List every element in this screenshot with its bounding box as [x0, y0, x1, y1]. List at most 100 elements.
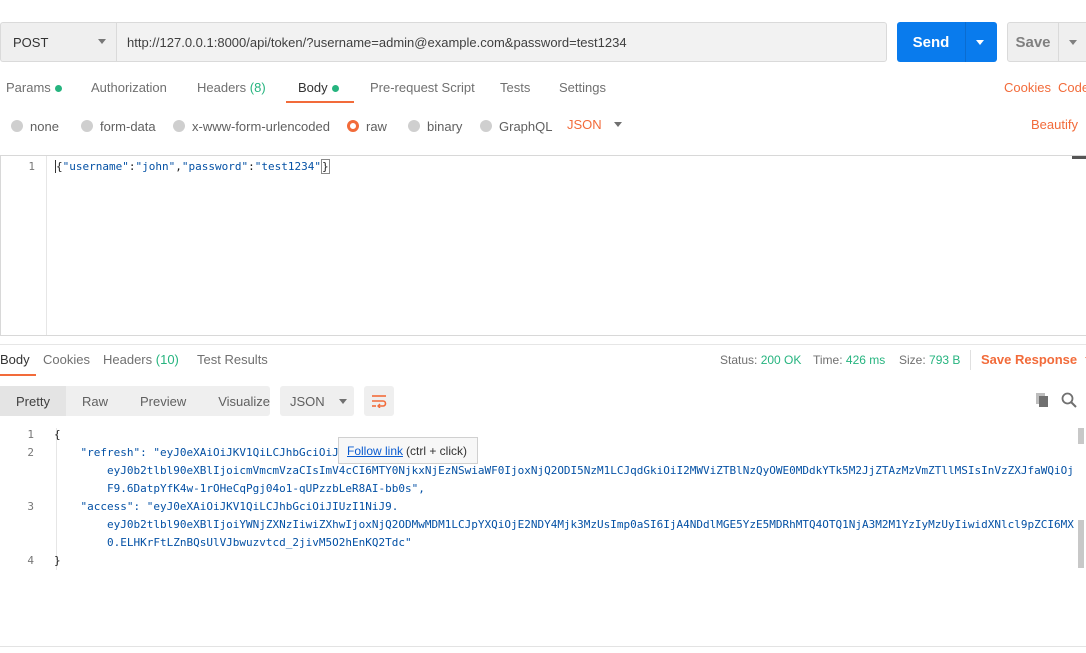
view-pretty-button[interactable]: Pretty	[0, 386, 66, 416]
radio-circle[interactable]	[480, 120, 492, 132]
copy-button[interactable]	[1035, 392, 1049, 411]
tab-headers[interactable]: Headers (8)	[197, 80, 266, 100]
response-code-line: {	[54, 428, 61, 441]
response-code-line: 0.ELHKrFtLZnBQsUlVJbwuzvtcd_2jivM5O2hEnK…	[54, 536, 412, 549]
tab-body[interactable]: Body	[298, 80, 339, 100]
request-body-editor[interactable]: 1 {"username":"john","password":"test123…	[0, 155, 1086, 336]
active-indicator-dot	[331, 85, 339, 93]
wrap-lines-button[interactable]	[364, 386, 394, 416]
tab-headers-label: Headers	[197, 80, 247, 95]
time-label: Time:	[813, 353, 843, 367]
response-code-line: F9.6DatpYfK4w-1rOHeCqPgj04o1-qUPzzbLeR8A…	[54, 482, 425, 495]
radio-circle[interactable]	[408, 120, 420, 132]
time-info: Time: 426 ms	[813, 353, 885, 367]
follow-link[interactable]: Follow link	[347, 444, 403, 458]
url-text: http://127.0.0.1:8000/api/token/?usernam…	[127, 34, 627, 50]
chevron-down-icon	[98, 39, 106, 44]
method-select[interactable]: POST	[0, 22, 116, 62]
method-label: POST	[13, 34, 49, 50]
body-format-label: JSON	[567, 117, 602, 132]
status-info: Status: 200 OK	[720, 353, 801, 367]
send-label: Send	[912, 33, 950, 51]
radio-form-data-label: form-data	[100, 118, 156, 134]
response-scrollbar[interactable]	[1078, 520, 1084, 568]
time-value[interactable]: 426 ms	[846, 353, 885, 367]
active-tab-underline	[0, 374, 36, 376]
line-number: 2	[27, 446, 34, 459]
tab-authorization[interactable]: Authorization	[91, 80, 167, 100]
editor-scrollbar[interactable]	[1072, 156, 1086, 159]
editor-gutter	[1, 156, 47, 335]
json-value: "test1234"	[254, 160, 321, 173]
json-key: "password"	[181, 160, 249, 173]
brace: {	[56, 160, 63, 173]
tab-params[interactable]: Params	[6, 80, 62, 100]
colon: :	[248, 160, 255, 173]
url-input[interactable]: http://127.0.0.1:8000/api/token/?usernam…	[116, 22, 887, 62]
radio-circle[interactable]	[81, 120, 93, 132]
radio-urlencoded-label: x-www-form-urlencoded	[192, 118, 330, 134]
divider	[970, 350, 971, 370]
response-body-viewer[interactable]: 1 {2 "refresh": "eyJ0eXAiOiJKV1QiLCJhbGci…	[0, 428, 1076, 573]
resp-tab-headers-count: (10)	[155, 352, 179, 367]
code-link[interactable]: Code	[1058, 80, 1086, 95]
size-info: Size: 793 B	[899, 353, 960, 367]
radio-circle[interactable]	[173, 120, 185, 132]
bottom-divider	[0, 646, 1086, 647]
radio-form-data[interactable]: form-data	[81, 117, 156, 135]
send-button[interactable]: Send	[897, 22, 997, 62]
radio-urlencoded[interactable]: x-www-form-urlencoded	[173, 117, 330, 135]
tab-tests[interactable]: Tests	[500, 80, 530, 100]
follow-link-tooltip: Follow link (ctrl + click)	[338, 437, 478, 464]
chevron-down-icon[interactable]	[1069, 39, 1077, 45]
resp-tab-body[interactable]: Body	[0, 352, 30, 367]
tab-params-label: Params	[6, 80, 51, 95]
resp-tab-headers-label: Headers	[103, 352, 153, 367]
status-label: Status:	[720, 353, 758, 367]
view-visualize-button[interactable]: Visualize	[202, 386, 286, 416]
radio-graphql[interactable]: GraphQL	[480, 117, 552, 135]
tab-settings[interactable]: Settings	[559, 80, 606, 100]
copy-icon	[1036, 393, 1048, 407]
cookies-link[interactable]: Cookies	[1004, 80, 1051, 95]
wrap-lines-icon	[372, 395, 387, 408]
editor-code-line[interactable]: {"username":"john","password":"test1234"…	[55, 159, 330, 174]
radio-none[interactable]: none	[11, 117, 59, 135]
radio-binary[interactable]: binary	[408, 117, 462, 135]
response-format-select[interactable]: JSON	[280, 386, 354, 416]
save-divider	[1058, 22, 1059, 62]
brace: }	[320, 159, 330, 174]
response-view-group: Pretty Raw Preview Visualize	[0, 386, 270, 416]
save-response-button[interactable]: Save Response	[981, 352, 1086, 367]
radio-raw[interactable]: raw	[347, 117, 387, 135]
resp-tab-cookies[interactable]: Cookies	[43, 352, 90, 367]
radio-none-label: none	[30, 118, 59, 134]
line-number: 4	[27, 554, 34, 567]
tab-pre-request-script[interactable]: Pre-request Script	[370, 80, 475, 100]
resp-tab-headers[interactable]: Headers (10)	[103, 352, 179, 367]
response-scrollbar-top[interactable]	[1078, 428, 1084, 444]
radio-circle-selected[interactable]	[347, 120, 359, 132]
chevron-down-icon[interactable]	[976, 39, 984, 45]
status-value[interactable]: 200 OK	[761, 353, 802, 367]
size-value[interactable]: 793 B	[929, 353, 960, 367]
response-code-line: eyJ0b2tlbl90eXBlIjoiYWNjZXNzIiwiZXhwIjox…	[54, 518, 1074, 531]
search-icon	[1061, 392, 1077, 408]
size-label: Size:	[899, 353, 926, 367]
view-raw-button[interactable]: Raw	[66, 386, 124, 416]
search-button[interactable]	[1061, 392, 1077, 411]
beautify-link[interactable]: Beautify	[1031, 117, 1078, 132]
body-format-select[interactable]: JSON	[567, 117, 622, 132]
save-response-label: Save Response	[981, 352, 1078, 367]
view-preview-button[interactable]: Preview	[124, 386, 202, 416]
line-number: 1	[27, 428, 34, 441]
json-value: "john"	[135, 160, 176, 173]
resp-tab-test-results[interactable]: Test Results	[197, 352, 268, 367]
section-divider	[0, 344, 1086, 345]
save-button[interactable]: Save	[1007, 22, 1086, 62]
radio-raw-label: raw	[366, 118, 387, 134]
json-key: "username"	[62, 160, 129, 173]
line-number: 3	[27, 500, 34, 513]
radio-circle[interactable]	[11, 120, 23, 132]
send-divider	[965, 22, 966, 62]
